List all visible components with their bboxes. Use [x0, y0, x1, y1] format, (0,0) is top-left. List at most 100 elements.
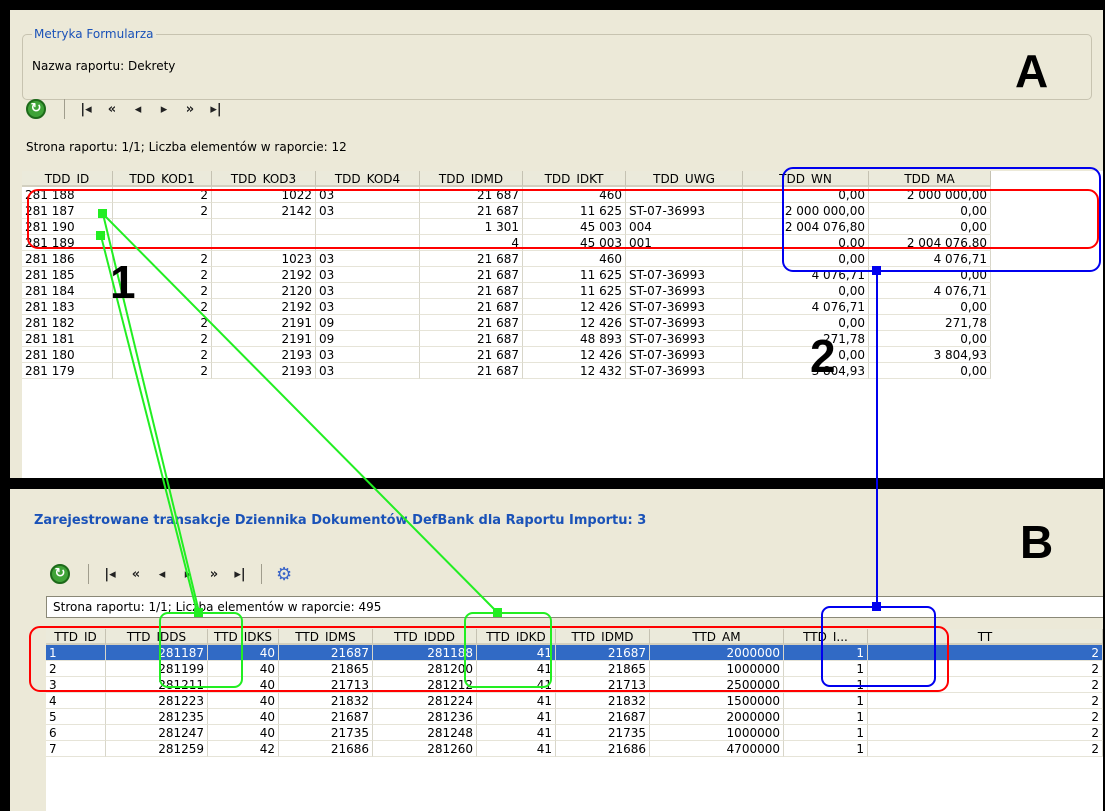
table-cell: 281211	[106, 677, 208, 693]
table-cell: 03	[316, 203, 420, 219]
table-cell: 21 687	[420, 203, 523, 219]
table-row[interactable]: 3 281211 40 21713 281212 41 21713 2500000 1 2	[46, 677, 1103, 693]
table-cell	[316, 219, 420, 235]
column-header[interactable]: TDD_WN	[743, 171, 869, 187]
column-header[interactable]: TTD_IDMD	[556, 629, 650, 645]
next-page-icon[interactable]: ▸	[151, 102, 177, 117]
table-cell: 21687	[279, 709, 373, 725]
prev-page-icon[interactable]: ◂	[125, 102, 151, 117]
table-row[interactable]: 281 182 2 2191 09 21 687 12 426 ST-07-36993 0,0…	[22, 315, 1103, 331]
table-cell: 281248	[373, 725, 477, 741]
table-row[interactable]: 281 190 1 301 45 003 004 2 004 076,80 0,00	[22, 219, 1103, 235]
table-cell: 281 182	[22, 315, 113, 331]
table-cell: 0,00	[743, 187, 869, 203]
table-row[interactable]: 281 179 2 2193 03 21 687 12 432 ST-07-36993 3 8…	[22, 363, 1103, 379]
table-row[interactable]: 6 281247 40 21735 281248 41 21735 1000000 1 2	[46, 725, 1103, 741]
column-header[interactable]: TDD_MA	[869, 171, 991, 187]
refresh-icon[interactable]: ↻	[26, 99, 46, 119]
table-cell: 21832	[279, 693, 373, 709]
table-cell: 11 625	[523, 203, 626, 219]
column-header[interactable]: TDD_IDMD	[420, 171, 523, 187]
table-cell: 1022	[212, 187, 316, 203]
prev-page-icon[interactable]: ◂	[149, 567, 175, 582]
column-header[interactable]: TTD_I...	[784, 629, 868, 645]
table-row[interactable]: 281 184 2 2120 03 21 687 11 625 ST-07-36993 0,0…	[22, 283, 1103, 299]
table-cell: 21687	[556, 709, 650, 725]
table-row[interactable]: 1 281187 40 21687 281188 41 21687 2000000 1 2	[46, 645, 1103, 661]
table-row[interactable]: 4 281223 40 21832 281224 41 21832 1500000 1 2	[46, 693, 1103, 709]
column-header[interactable]: TDD_KOD1	[113, 171, 212, 187]
table-cell: 21 687	[420, 315, 523, 331]
table-cell: 03	[316, 283, 420, 299]
table-row[interactable]: 281 185 2 2192 03 21 687 11 625 ST-07-36993 4 0…	[22, 267, 1103, 283]
table-row[interactable]: 281 186 2 1023 03 21 687 460 0,00 4 076,71	[22, 251, 1103, 267]
table-cell: 2191	[212, 315, 316, 331]
panel-a: Metryka Formularza Nazwa raportu: Dekret…	[10, 10, 1103, 478]
table-row[interactable]: 281 181 2 2191 09 21 687 48 893 ST-07-36993 271…	[22, 331, 1103, 347]
table-cell: 001	[626, 235, 743, 251]
column-header[interactable]: TTD_IDMS	[279, 629, 373, 645]
prev-group-icon[interactable]: «	[123, 567, 149, 582]
table-row[interactable]: 281 189 4 45 003 001 0,00 2 004 076,80	[22, 235, 1103, 251]
table-row[interactable]: 281 188 2 1022 03 21 687 460 0,00 2 000 000,00	[22, 187, 1103, 203]
table-cell: 40	[208, 709, 279, 725]
column-header[interactable]: TDD_IDKT	[523, 171, 626, 187]
table-cell: 12 426	[523, 299, 626, 315]
table-cell: 1000000	[650, 661, 784, 677]
column-header[interactable]: TDD_UWG	[626, 171, 743, 187]
table-row[interactable]: 281 180 2 2193 03 21 687 12 426 ST-07-36993 0,0…	[22, 347, 1103, 363]
column-header[interactable]: TTD_IDKS	[208, 629, 279, 645]
table-cell: 2	[113, 187, 212, 203]
table-cell: 281259	[106, 741, 208, 757]
column-header[interactable]: TTD_IDDS	[106, 629, 208, 645]
table-cell: 2191	[212, 331, 316, 347]
toolbar-separator	[88, 564, 89, 584]
table-cell: 03	[316, 267, 420, 283]
first-page-icon[interactable]: |◂	[97, 567, 123, 582]
table-cell: 2 004 076,80	[869, 235, 991, 251]
column-header[interactable]: TDD_KOD4	[316, 171, 420, 187]
table-cell: 41	[477, 645, 556, 661]
table-cell: 03	[316, 363, 420, 379]
column-header[interactable]: TTD_ID	[46, 629, 106, 645]
column-header[interactable]: TT	[868, 629, 1103, 645]
column-header[interactable]: TTD_IDDD	[373, 629, 477, 645]
column-header[interactable]: TDD_ID	[22, 171, 113, 187]
next-group-icon[interactable]: »	[177, 102, 203, 117]
column-header[interactable]: TTD_IDKD	[477, 629, 556, 645]
table-cell: 2	[868, 725, 1103, 741]
table-cell: 21 687	[420, 251, 523, 267]
table-row[interactable]: 281 183 2 2192 03 21 687 12 426 ST-07-36993 4 0…	[22, 299, 1103, 315]
panel-b: Zarejestrowane transakcje Dziennika Doku…	[10, 489, 1103, 811]
table-row[interactable]: 2 281199 40 21865 281200 41 21865 1000000 1 2	[46, 661, 1103, 677]
table-cell: 41	[477, 741, 556, 757]
table-cell: 40	[208, 677, 279, 693]
table-row[interactable]: 7 281259 42 21686 281260 41 21686 4700000 1 2	[46, 741, 1103, 757]
table-cell: 41	[477, 693, 556, 709]
table-cell: 1	[784, 709, 868, 725]
grid-a[interactable]: TDD_ID TDD_KOD1 TDD_KOD3 TDD_KOD4 TDD_IDMD TD…	[22, 171, 1103, 478]
table-cell: 2 000 000,00	[743, 203, 869, 219]
table-cell: 4 076,71	[869, 251, 991, 267]
next-page-icon[interactable]: ▸	[175, 567, 201, 582]
table-row[interactable]: 281 187 2 2142 03 21 687 11 625 ST-07-36993 2 0…	[22, 203, 1103, 219]
table-cell: 0,00	[743, 283, 869, 299]
last-page-icon[interactable]: ▸|	[203, 102, 229, 117]
gear-icon[interactable]: ⚙	[276, 564, 292, 585]
table-row[interactable]: 5 281235 40 21687 281236 41 21687 2000000 1 2	[46, 709, 1103, 725]
column-header[interactable]: TDD_KOD3	[212, 171, 316, 187]
table-cell	[626, 251, 743, 267]
first-page-icon[interactable]: |◂	[73, 102, 99, 117]
next-group-icon[interactable]: »	[201, 567, 227, 582]
column-header[interactable]: TTD_AM	[650, 629, 784, 645]
table-cell: 2	[868, 693, 1103, 709]
prev-group-icon[interactable]: «	[99, 102, 125, 117]
table-cell: 281223	[106, 693, 208, 709]
table-cell: ST-07-36993	[626, 363, 743, 379]
table-cell: 281247	[106, 725, 208, 741]
grid-b[interactable]: TTD_ID TTD_IDDS TTD_IDKS TTD_IDMS TTD_IDDD TT…	[46, 629, 1103, 811]
table-cell: ST-07-36993	[626, 299, 743, 315]
last-page-icon[interactable]: ▸|	[227, 567, 253, 582]
panel-label-b: B	[1020, 516, 1054, 568]
refresh-icon[interactable]: ↻	[50, 564, 70, 584]
